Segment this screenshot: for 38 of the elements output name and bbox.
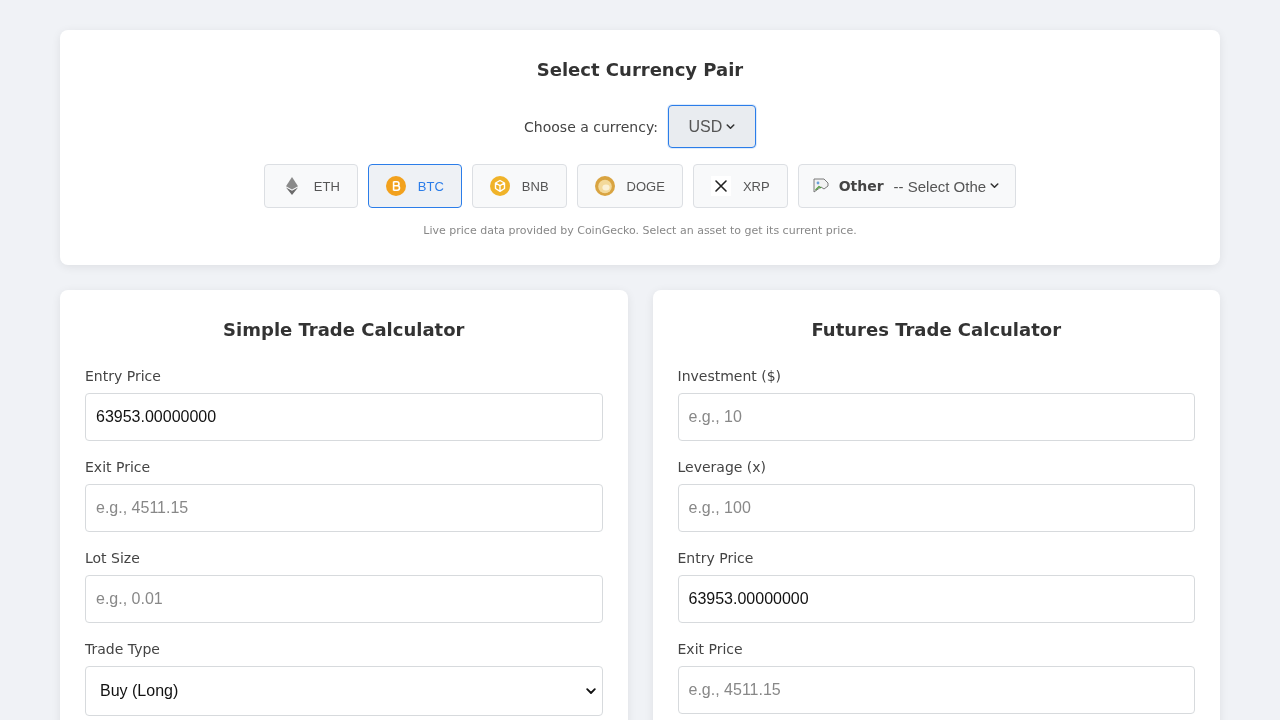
chevron-down-icon <box>990 183 1000 189</box>
asset-button[interactable]: DOGE <box>576 164 683 208</box>
price-source-note: Live price data provided by CoinGecko. Select an asset to get its current price. <box>423 223 857 239</box>
input-field[interactable]: e.g., 0.01 <box>85 575 603 623</box>
chevron-down-icon <box>585 687 596 695</box>
other-label: Other <box>838 178 884 194</box>
dropdown-select[interactable]: Buy (Long) <box>85 666 603 716</box>
diamond-icon <box>285 177 298 195</box>
field-label: Lot Size <box>85 549 141 568</box>
input-field[interactable]: 63953.00000000 <box>85 393 603 441</box>
field-label: Investment ($) <box>677 367 783 386</box>
field-label: Leverage (x) <box>677 458 768 477</box>
card-title: Futures Trade Calculator <box>810 318 1063 342</box>
card-title: Simple Trade Calculator <box>222 318 466 342</box>
card-title: Select Currency Pair <box>536 58 744 82</box>
currency-label: Choose a currency: <box>524 118 658 135</box>
input-field[interactable]: e.g., 4511.15 <box>677 666 1195 714</box>
coin-icon <box>385 176 406 196</box>
input-field[interactable]: e.g., 10 <box>677 393 1195 441</box>
chevron-down-icon <box>726 123 736 130</box>
asset-button[interactable]: BTC <box>367 164 462 208</box>
field-label: Entry Price <box>85 367 162 386</box>
input-field[interactable]: 63953.00000000 <box>677 575 1195 623</box>
asset-button[interactable]: BNB <box>471 164 567 208</box>
input-field[interactable]: e.g., 100 <box>677 484 1195 532</box>
broken-image-icon <box>812 178 829 194</box>
field-label: Exit Price <box>85 458 152 477</box>
cube-coin-icon <box>489 176 510 196</box>
field-label: Entry Price <box>677 549 755 568</box>
currency-select[interactable]: USD <box>667 105 756 148</box>
input-field[interactable]: e.g., 4511.15 <box>85 484 603 532</box>
asset-button[interactable]: ETH <box>263 164 358 208</box>
coin-icon <box>594 176 615 196</box>
field-label: Trade Type <box>85 640 161 659</box>
asset-button[interactable]: XRP <box>692 164 788 208</box>
field-label: Exit Price <box>677 640 744 659</box>
x-mark-icon <box>710 176 731 196</box>
other-asset-select[interactable]: -- Select Othe <box>893 177 1000 195</box>
